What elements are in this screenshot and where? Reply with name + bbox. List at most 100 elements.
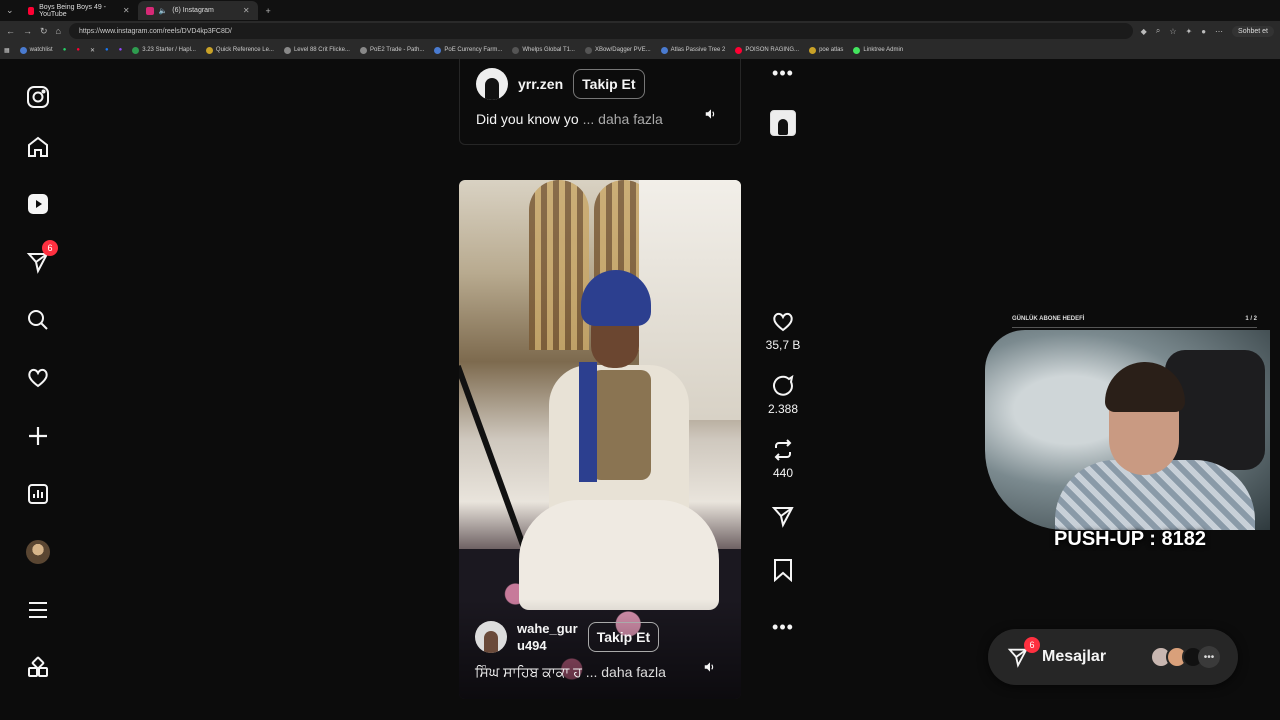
speaker-icon[interactable]: 🔈	[159, 7, 168, 15]
home-browser-icon[interactable]: ⌂	[56, 26, 61, 36]
bookmark-item[interactable]: Atlas Passive Tree 2	[660, 46, 725, 54]
repost-action[interactable]: 440	[771, 438, 795, 480]
bookmark-icon[interactable]	[772, 558, 794, 582]
url-text: https://www.instagram.com/reels/DVD4kp3F…	[78, 27, 232, 35]
author-username[interactable]: yrr.zen	[518, 76, 563, 92]
reel-video[interactable]: wahe_gur u494 Takip Et ਸਿੰਘ ਸਾਹਿਬ ਕਾਕਾ ਹ…	[459, 180, 741, 699]
bookmark-label: 3.23 Starter / Hapl...	[142, 47, 196, 53]
bookmark-label: Linktree Admin	[863, 47, 904, 53]
goal-progress-bar	[1012, 327, 1257, 328]
more-link[interactable]: ... daha fazla	[586, 664, 666, 680]
bookmark-label: Level 88 Crit Flicke...	[293, 47, 350, 53]
back-icon[interactable]: ←	[6, 26, 15, 36]
pushup-counter: PUSH-UP : 8182	[1054, 528, 1206, 550]
bookmark-item[interactable]: poe atlas	[809, 46, 844, 54]
bookmark-item[interactable]: PoE2 Trade - Path...	[359, 46, 424, 54]
profile-avatar[interactable]	[24, 538, 52, 566]
twitch-icon[interactable]: ●	[119, 47, 123, 53]
bookmark-label: Quick Reference Le...	[215, 47, 274, 53]
bookmark-star-icon[interactable]: ☆	[1169, 27, 1176, 36]
url-field[interactable]: https://www.instagram.com/reels/DVD4kp3F…	[68, 23, 1133, 39]
more-link[interactable]: ... daha fazla	[583, 111, 663, 127]
messages-icon[interactable]: 6	[24, 240, 58, 276]
dashboard-icon[interactable]	[24, 480, 52, 508]
instagram-logo-icon[interactable]	[24, 83, 52, 111]
follow-button[interactable]: Takip Et	[573, 69, 645, 99]
instagram-favicon-icon	[145, 6, 154, 15]
volume-icon[interactable]	[701, 104, 721, 124]
menu-icon[interactable]	[24, 596, 52, 624]
translate-icon[interactable]: ⌕	[1156, 26, 1160, 36]
facebook-icon[interactable]: ●	[105, 47, 109, 53]
bookmark-item[interactable]: Whelps Global T1...	[512, 46, 575, 54]
messages-icon[interactable]: 6	[1006, 637, 1040, 669]
extension-icon[interactable]: ◆	[1141, 27, 1147, 36]
save-action[interactable]	[772, 558, 794, 582]
more-options-icon[interactable]: •••	[772, 64, 794, 82]
bookmark-item[interactable]: watchlist	[19, 46, 53, 54]
bookmark-item[interactable]: POISON RAGING...	[735, 46, 799, 54]
forward-icon[interactable]: →	[23, 26, 32, 36]
more-menu-icon[interactable]: ⋯	[1215, 27, 1223, 36]
bookmark-label: watchlist	[29, 47, 53, 53]
reel-previous-actions: •••	[760, 64, 806, 136]
bookmark-item[interactable]: Level 88 Crit Flicke...	[283, 46, 350, 54]
author-username[interactable]: wahe_gur u494	[517, 620, 578, 654]
chat-button[interactable]: Sohbet et	[1232, 25, 1274, 37]
extensions-puzzle-icon[interactable]: ✦	[1185, 27, 1192, 36]
whatsapp-icon[interactable]: ●	[63, 47, 67, 53]
bookmark-icon	[660, 46, 668, 54]
audio-thumbnail[interactable]	[770, 110, 796, 136]
heart-icon[interactable]	[771, 310, 795, 334]
tab-title: Boys Being Boys 49 - YouTube	[39, 3, 107, 18]
like-action[interactable]: 35,7 B	[766, 310, 800, 352]
reels-icon[interactable]	[24, 190, 52, 218]
repost-icon[interactable]	[771, 438, 795, 462]
search-icon[interactable]	[24, 306, 52, 334]
comment-action[interactable]: 2.388	[768, 374, 798, 416]
bookmark-item[interactable]: XBow/Dagger PVE...	[584, 46, 651, 54]
message-avatars: •••	[1150, 646, 1220, 668]
bookmark-label: Whelps Global T1...	[522, 47, 575, 53]
bookmark-item[interactable]: 3.23 Starter / Hapl...	[132, 46, 196, 54]
author-avatar[interactable]	[475, 621, 507, 653]
instagram-sidebar: 6	[0, 59, 76, 720]
follow-button[interactable]: Takip Et	[587, 622, 660, 652]
author-avatar[interactable]	[476, 68, 508, 100]
bookmark-icon	[735, 46, 743, 54]
tab-list-icon[interactable]: ⌄	[0, 5, 20, 16]
messages-pill[interactable]: 6 Mesajlar •••	[988, 629, 1238, 685]
profile-icon[interactable]: ●	[1201, 27, 1206, 36]
tab-youtube[interactable]: Boys Being Boys 49 - YouTube ✕	[20, 1, 138, 20]
bookmark-icon	[584, 46, 592, 54]
username-part: wahe_gur	[517, 621, 578, 636]
bookmark-item[interactable]: Quick Reference Le...	[205, 46, 274, 54]
close-tab-icon[interactable]: ✕	[243, 6, 250, 15]
home-icon[interactable]	[24, 133, 52, 161]
close-tab-icon[interactable]: ✕	[123, 6, 130, 15]
share-action[interactable]	[771, 504, 795, 528]
heart-icon[interactable]	[24, 364, 52, 392]
create-icon[interactable]	[24, 422, 52, 450]
x-icon[interactable]: ✕	[90, 47, 95, 54]
reload-icon[interactable]: ↻	[40, 26, 48, 37]
volume-icon[interactable]	[700, 657, 720, 677]
tab-instagram[interactable]: 🔈 (6) Instagram ✕	[137, 1, 258, 20]
apps-icon[interactable]: ▦	[4, 47, 10, 54]
address-bar-row: ← → ↻ ⌂ https://www.instagram.com/reels/…	[0, 21, 1280, 41]
bookmark-item[interactable]: Linktree Admin	[853, 46, 904, 54]
bookmark-item[interactable]: PoE Currency Farm...	[434, 46, 502, 54]
youtube-icon[interactable]: ●	[76, 47, 80, 53]
reel-previous[interactable]: yrr.zen Takip Et Did you know yo ... dah…	[459, 59, 741, 145]
comment-icon[interactable]	[771, 374, 795, 398]
new-tab-icon[interactable]: +	[258, 6, 279, 16]
more-icon[interactable]: •••	[1198, 646, 1220, 668]
more-options-icon[interactable]: •••	[772, 618, 794, 636]
bookmark-label: poe atlas	[819, 47, 844, 53]
apps-icon[interactable]	[24, 654, 52, 682]
share-icon[interactable]	[771, 504, 795, 528]
messages-label: Mesajlar	[1042, 648, 1107, 665]
repost-count: 440	[772, 466, 794, 480]
notification-badge: 6	[42, 240, 58, 256]
reel-author-row: yrr.zen Takip Et	[476, 68, 645, 100]
